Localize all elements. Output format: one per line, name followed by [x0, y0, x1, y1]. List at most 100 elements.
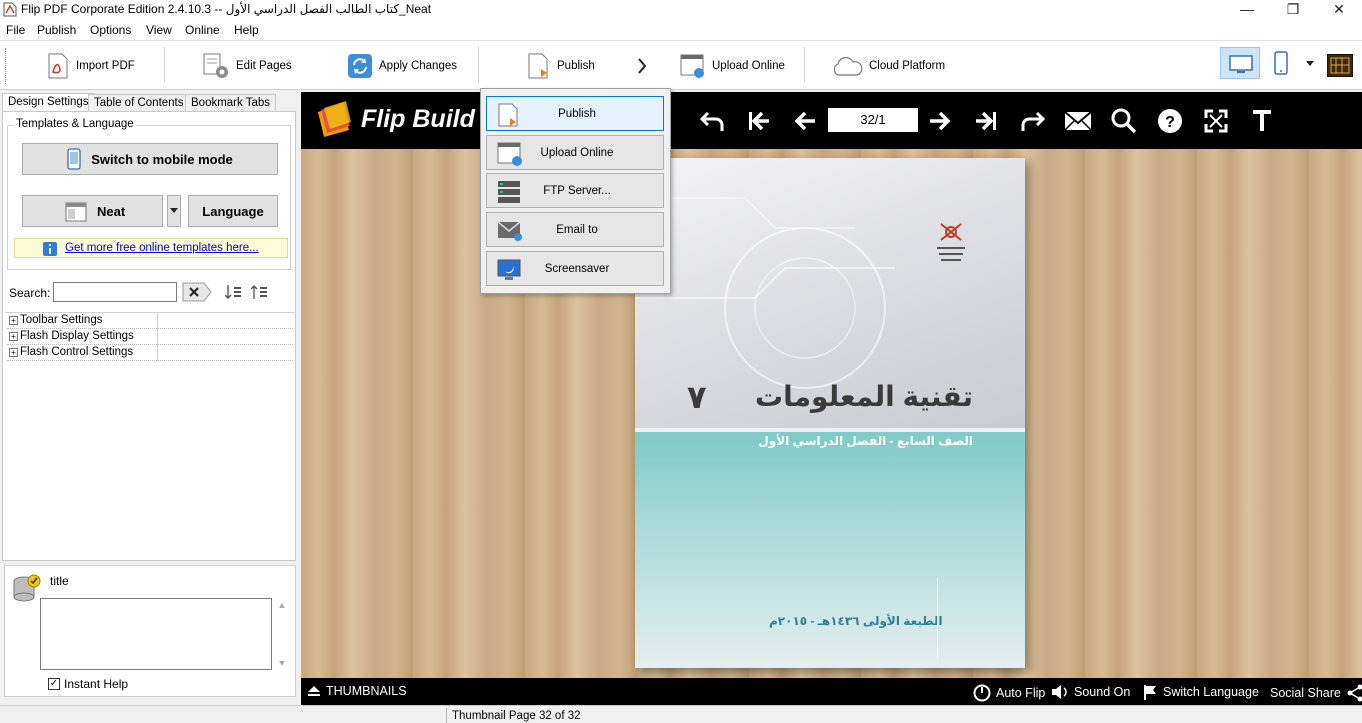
- menu-help[interactable]: Help: [234, 23, 259, 37]
- tab-design-settings[interactable]: Design Settings: [2, 93, 95, 113]
- book-vertical-line: [937, 578, 938, 658]
- clear-search-icon[interactable]: [182, 282, 212, 302]
- toolbar-grip[interactable]: [5, 48, 7, 84]
- undo-icon[interactable]: [698, 106, 728, 136]
- bookshelf-icon: [1330, 57, 1350, 74]
- instant-help-checkbox-row[interactable]: ✓ Instant Help: [48, 677, 128, 691]
- import-pdf-label: Import PDF: [76, 60, 135, 72]
- tree-item-flash-display-settings[interactable]: + Flash Display Settings: [7, 329, 293, 345]
- import-pdf-button[interactable]: Import PDF: [46, 49, 135, 83]
- search-icon[interactable]: [1109, 106, 1139, 136]
- dropdown-item-ftp-server[interactable]: FTP Server...: [486, 173, 664, 208]
- apply-changes-button[interactable]: Apply Changes: [347, 49, 457, 83]
- toolbar-separator: [478, 47, 479, 83]
- switch-mobile-button[interactable]: Switch to mobile mode: [22, 143, 278, 175]
- menu-file[interactable]: File: [6, 23, 25, 37]
- tree-item-flash-control-settings[interactable]: + Flash Control Settings: [7, 345, 293, 361]
- view-dropdown-arrow[interactable]: [1300, 47, 1320, 79]
- page-number-input[interactable]: 32/1: [828, 108, 918, 132]
- menu-view[interactable]: View: [146, 23, 172, 37]
- language-button[interactable]: Language: [188, 195, 278, 227]
- tree-column-divider: [157, 329, 158, 345]
- email-icon[interactable]: [1063, 106, 1093, 136]
- menu-publish[interactable]: Publish: [37, 23, 76, 37]
- refresh-icon: [348, 54, 372, 78]
- text-icon[interactable]: [1247, 106, 1277, 136]
- book-grade-number: ٧: [687, 379, 707, 415]
- templates-link[interactable]: Get more free online templates here...: [14, 238, 288, 258]
- minimize-button[interactable]: —: [1224, 0, 1270, 20]
- expand-icon[interactable]: +: [9, 316, 18, 325]
- status-bar: Thumbnail Page 32 of 32: [0, 705, 1362, 723]
- book-subtitle: الصف السابع - الفصل الدراسي الأول: [758, 434, 973, 448]
- window-title: Flip PDF Corporate Edition 2.4.10.3 -- ك…: [21, 2, 432, 16]
- social-share-label: Social Share: [1270, 686, 1341, 700]
- settings-tree: + Toolbar Settings + Flash Display Setti…: [5, 312, 295, 560]
- dropdown-item-upload-online[interactable]: Upload Online: [486, 135, 664, 170]
- dropdown-item-screensaver[interactable]: Screensaver: [486, 251, 664, 286]
- fullscreen-icon[interactable]: [1201, 106, 1231, 136]
- book-cover-band: [635, 428, 1025, 668]
- search-input[interactable]: [53, 282, 177, 302]
- tab-table-of-contents[interactable]: Table of Contents: [88, 94, 190, 112]
- template-button[interactable]: Neat: [22, 195, 163, 227]
- dropdown-item-label: FTP Server...: [543, 185, 611, 197]
- theme-button[interactable]: [1327, 54, 1353, 77]
- tree-item-toolbar-settings[interactable]: + Toolbar Settings: [7, 313, 293, 329]
- menu-online[interactable]: Online: [185, 23, 220, 37]
- upload-online-button[interactable]: Upload Online: [680, 49, 785, 83]
- switch-mobile-label: Switch to mobile mode: [91, 151, 233, 167]
- maximize-button[interactable]: ❐: [1270, 0, 1316, 20]
- tree-item-label: Flash Display Settings: [20, 330, 134, 342]
- thumbnails-button[interactable]: THUMBNAILS: [307, 684, 407, 698]
- dropdown-item-publish[interactable]: Publish: [486, 96, 664, 131]
- help-icon[interactable]: ?: [1155, 106, 1185, 136]
- tree-column-divider: [157, 345, 158, 361]
- help-text-area[interactable]: [40, 598, 272, 670]
- auto-flip-button[interactable]: Auto Flip: [973, 684, 1045, 702]
- sound-button[interactable]: Sound On: [1051, 684, 1130, 700]
- status-divider: [446, 708, 447, 723]
- chevron-right-icon: [638, 58, 647, 74]
- help-scrollbar[interactable]: ▲ ▼: [274, 598, 290, 670]
- book-page[interactable]: تقنية المعلومات ٧ الصف السابع - الفصل ال…: [635, 158, 1025, 668]
- desktop-view-button[interactable]: [1220, 47, 1260, 79]
- close-button[interactable]: ✕: [1316, 0, 1362, 20]
- edit-pages-button[interactable]: Edit Pages: [202, 49, 292, 83]
- group-label: Templates & Language: [14, 118, 136, 130]
- instant-help-label: Instant Help: [64, 677, 129, 691]
- search-row: Search:: [7, 282, 293, 304]
- redo-icon[interactable]: [1017, 106, 1047, 136]
- dropdown-item-label: Email to: [556, 224, 598, 236]
- publish-expand-arrow[interactable]: [637, 49, 647, 83]
- publish-button[interactable]: Publish: [527, 49, 595, 83]
- dropdown-item-email[interactable]: Email to: [486, 212, 664, 247]
- collapse-all-icon[interactable]: [251, 284, 269, 300]
- cloud-platform-button[interactable]: Cloud Platform: [831, 49, 945, 83]
- publish-icon: [528, 53, 548, 79]
- speaker-icon: [1052, 685, 1067, 699]
- instant-help-checkbox[interactable]: ✓: [48, 678, 60, 690]
- mobile-view-button[interactable]: [1262, 47, 1302, 79]
- status-text: Thumbnail Page 32 of 32: [452, 710, 581, 722]
- dropdown-item-label: Publish: [558, 108, 596, 120]
- first-page-icon[interactable]: [744, 106, 774, 136]
- book-edition: الطبعة الأولى ١٤٣٦هـ - ٢٠١٥م: [769, 614, 943, 628]
- expand-icon[interactable]: +: [9, 332, 18, 341]
- cloud-platform-label: Cloud Platform: [869, 60, 946, 72]
- menu-options[interactable]: Options: [90, 23, 131, 37]
- tab-bookmark-tabs[interactable]: Bookmark Tabs: [185, 94, 277, 112]
- last-page-icon[interactable]: [971, 106, 1001, 136]
- flag-icon: [1144, 685, 1156, 700]
- previous-page-icon[interactable]: [790, 106, 820, 136]
- social-share-button[interactable]: Social Share: [1270, 684, 1362, 702]
- app-icon: [3, 2, 17, 17]
- expand-icon[interactable]: +: [9, 348, 18, 357]
- auto-flip-label: Auto Flip: [996, 686, 1046, 700]
- next-page-icon[interactable]: [925, 106, 955, 136]
- templates-link-label: Get more free online templates here...: [65, 242, 259, 254]
- templates-language-group: Templates & Language Switch to mobile mo…: [7, 118, 291, 270]
- switch-language-button[interactable]: Switch Language: [1142, 684, 1259, 700]
- template-dropdown-button[interactable]: [167, 195, 181, 227]
- expand-all-icon[interactable]: [225, 284, 243, 300]
